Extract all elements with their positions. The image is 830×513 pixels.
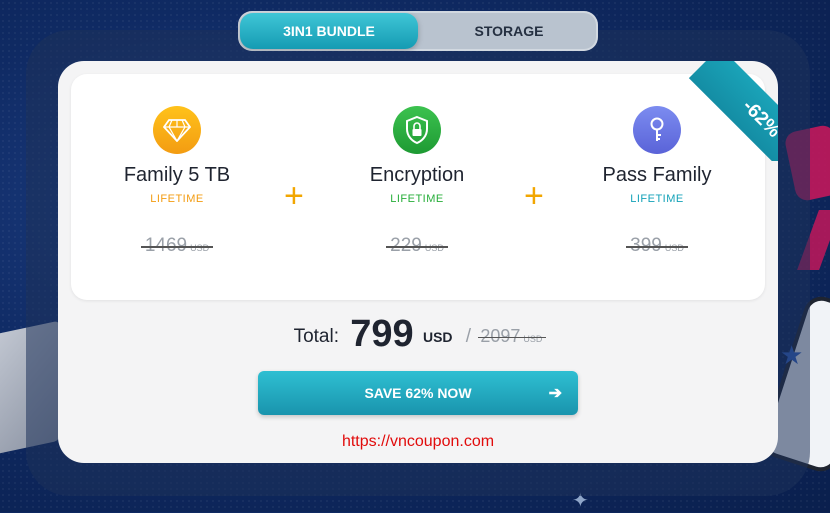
original-total: 2097 USD	[478, 326, 547, 346]
key-icon	[633, 106, 681, 154]
total-value: 799	[350, 313, 414, 355]
product-term: LIFETIME	[390, 193, 444, 205]
price-separator: /	[465, 326, 472, 347]
discount-ribbon: -62%	[678, 61, 778, 161]
product-price: 399 USD	[626, 235, 688, 256]
product-price: 229 USD	[386, 235, 448, 256]
product-encryption: Encryption LIFETIME 229 USD	[327, 106, 507, 257]
product-name: Pass Family	[602, 164, 712, 186]
product-name: Family 5 TB	[123, 164, 231, 186]
total-currency: USD	[422, 329, 453, 345]
plus-icon: +	[524, 177, 544, 215]
product-name: Encryption	[369, 164, 465, 186]
total-price: Total: 799 USD / 2097 USD	[58, 313, 778, 356]
diamond-icon	[153, 106, 201, 154]
save-now-button[interactable]: SAVE 62% NOW ➔	[258, 371, 578, 415]
discount-badge: -62%	[688, 61, 778, 161]
plan-tabs: 3IN1 BUNDLE STORAGE	[238, 11, 598, 51]
products-panel: Family 5 TB LIFETIME 1469 USD + Encryptio…	[71, 74, 765, 300]
tab-storage[interactable]: STORAGE	[420, 11, 598, 51]
plus-icon: +	[284, 177, 304, 215]
watermark-url: https://vncoupon.com	[341, 433, 495, 450]
bundle-card: Family 5 TB LIFETIME 1469 USD + Encryptio…	[58, 61, 778, 463]
arrow-right-icon: ➔	[548, 385, 562, 402]
save-now-label: SAVE 62% NOW	[364, 385, 472, 401]
product-family: Family 5 TB LIFETIME 1469 USD	[87, 106, 267, 257]
shield-lock-icon	[393, 106, 441, 154]
total-label: Total:	[293, 326, 339, 347]
tab-3in1-bundle[interactable]: 3IN1 BUNDLE	[240, 13, 418, 49]
product-term: LIFETIME	[630, 193, 684, 205]
product-term: LIFETIME	[150, 193, 204, 205]
product-price: 1469 USD	[140, 235, 214, 256]
